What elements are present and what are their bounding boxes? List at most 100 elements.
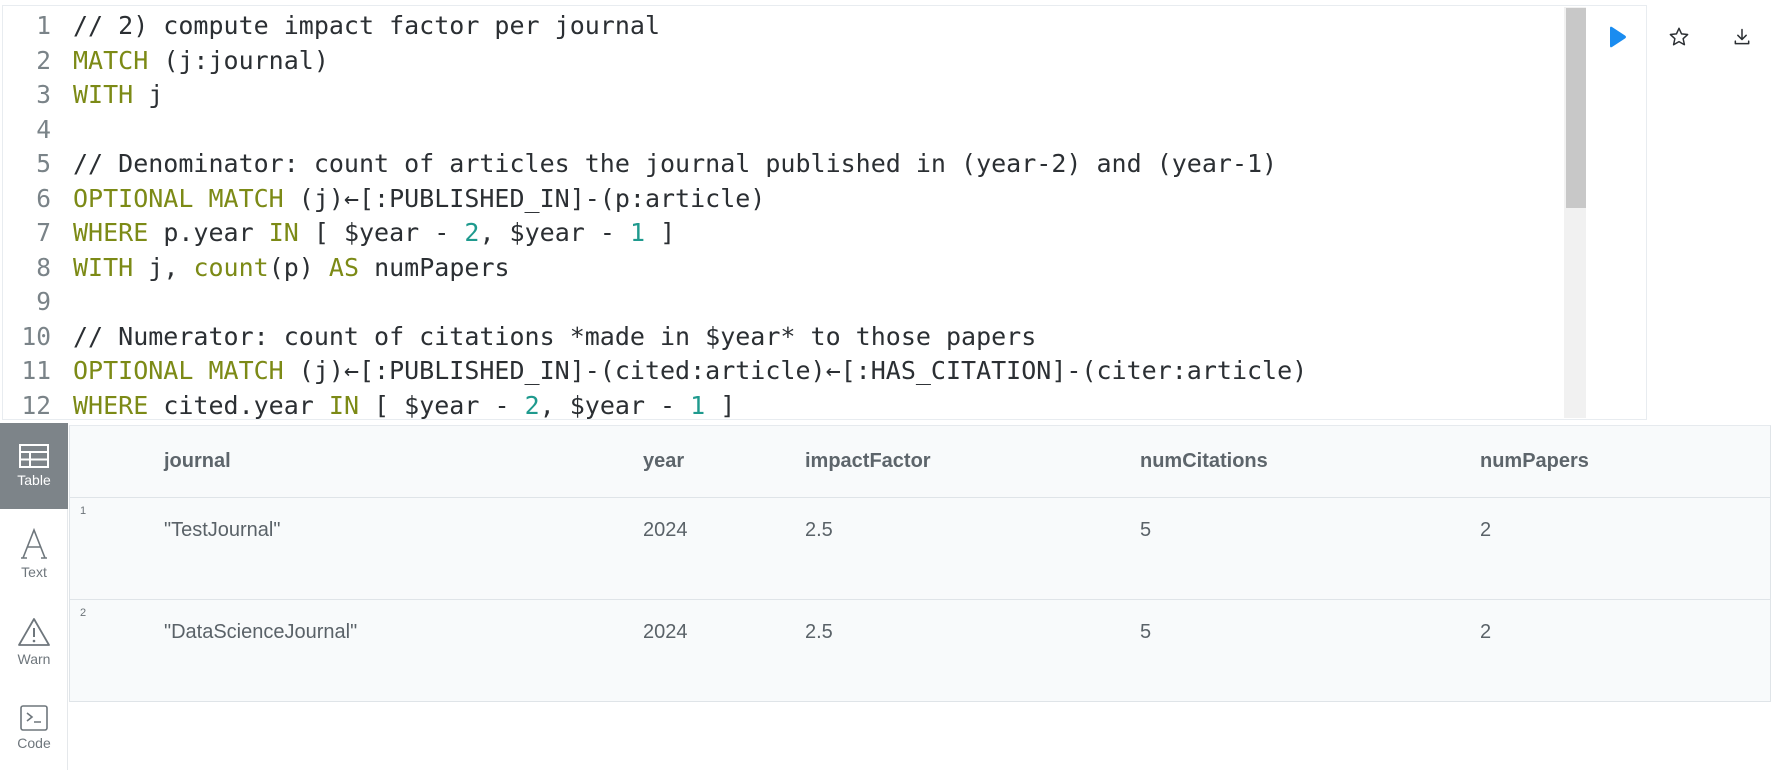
view-code-button[interactable]: Code <box>0 685 68 770</box>
comment-token: // Numerator: count of citations *made i… <box>73 321 1037 351</box>
table-cell: "TestJournal" <box>164 519 281 541</box>
view-text-button[interactable]: Text <box>0 511 68 597</box>
code-line[interactable]: 11 OPTIONAL MATCH (j)←[:PUBLISHED_IN]-(ci… <box>3 354 1563 389</box>
code-text: WITH j, count(p) AS numPapers <box>51 251 510 286</box>
code-token: ] <box>705 390 736 420</box>
table-cell: 2024 <box>643 519 688 541</box>
line-number: 1 <box>36 11 51 40</box>
column-header-numpapers[interactable]: numPapers <box>1480 450 1589 473</box>
column-header-year[interactable]: year <box>643 450 684 473</box>
line-number: 7 <box>36 218 51 247</box>
keyword-token: WITH <box>73 80 134 109</box>
keyword-token: count <box>193 252 269 282</box>
download-button[interactable] <box>1725 20 1759 54</box>
line-number: 9 <box>36 287 51 316</box>
code-token: p.year <box>148 218 269 247</box>
column-header-impactfactor[interactable]: impactFactor <box>805 450 931 473</box>
keyword-token: IN <box>268 218 299 247</box>
view-table-label: Table <box>17 472 51 488</box>
row-number: 2 <box>80 607 87 619</box>
code-text: // Numerator: count of citations *made i… <box>51 320 1036 355</box>
table-cell: "DataScienceJournal" <box>164 621 358 643</box>
code-text: WHERE cited.year IN [ $year - 2, $year -… <box>51 389 736 420</box>
keyword-token: MATCH <box>73 45 149 75</box>
code-line[interactable]: 1 // 2) compute impact factor per journal <box>3 9 1563 44</box>
code-token: [ $year - <box>298 218 465 247</box>
column-header-journal[interactable]: journal <box>164 450 231 473</box>
code-text: // 2) compute impact factor per journal <box>51 9 660 44</box>
code-icon <box>20 705 48 731</box>
table-cell: 2.5 <box>805 519 833 541</box>
number-token: 2 <box>524 390 540 420</box>
line-number: 4 <box>36 114 51 144</box>
line-number: 10 <box>21 321 51 351</box>
line-number: 5 <box>36 149 51 178</box>
code-token: , $year - <box>539 390 691 420</box>
comment-token: // 2) compute impact factor per journal <box>73 11 660 40</box>
table-cell: 5 <box>1140 621 1152 643</box>
run-query-button[interactable] <box>1600 20 1634 54</box>
results-table: journal year impactFactor numCitations n… <box>69 425 1771 702</box>
keyword-token: WITH <box>73 252 134 282</box>
keyword-token: WHERE <box>73 218 149 247</box>
star-icon <box>1669 27 1689 46</box>
line-number: 12 <box>21 390 51 420</box>
code-text: MATCH (j:journal) <box>51 44 329 79</box>
code-token: [ $year - <box>359 390 525 420</box>
view-warn-button[interactable]: Warn <box>0 599 68 685</box>
keyword-token: OPTIONAL MATCH <box>73 356 284 385</box>
code-line[interactable]: 7 WHERE p.year IN [ $year - 2, $year - 1 … <box>3 216 1563 251</box>
editor-scrollbar-thumb[interactable] <box>1566 8 1586 208</box>
code-line[interactable]: 3 WITH j <box>3 78 1563 113</box>
code-token: (p) <box>268 252 329 282</box>
column-header-numcitations[interactable]: numCitations <box>1140 450 1268 473</box>
table-cell: 2024 <box>643 621 688 643</box>
keyword-token: IN <box>328 390 359 420</box>
line-number: 2 <box>36 45 51 75</box>
table-cell: 2 <box>1480 519 1492 541</box>
code-text: WITH j <box>51 78 163 113</box>
view-code-label: Code <box>17 735 51 751</box>
view-text-label: Text <box>21 564 47 580</box>
code-token: numPapers <box>359 252 510 282</box>
code-line[interactable]: 6 OPTIONAL MATCH (j)←[:PUBLISHED_IN]-(p:a… <box>3 182 1563 217</box>
code-line[interactable]: 10 // Numerator: count of citations *made… <box>3 320 1563 355</box>
row-number: 1 <box>80 505 87 517</box>
line-number: 3 <box>36 80 51 109</box>
view-table-button[interactable]: Table <box>0 423 68 509</box>
keyword-token: WHERE <box>73 390 149 420</box>
table-header: journal year impactFactor numCitations n… <box>70 426 1770 498</box>
code-line[interactable]: 4 <box>3 113 1563 148</box>
code-line[interactable]: 8 WITH j, count(p) AS numPapers <box>3 251 1563 286</box>
code-token: , $year - <box>479 218 630 247</box>
table-row: 2 "DataScienceJournal" 2024 2.5 5 2 <box>70 600 1770 702</box>
code-token: cited.year <box>148 390 329 420</box>
line-number: 6 <box>36 183 51 213</box>
comment-token: // Denominator: count of articles the jo… <box>73 149 1278 178</box>
table-cell: 5 <box>1140 519 1152 541</box>
table-cell: 2.5 <box>805 621 833 643</box>
code-token: (j:journal) <box>148 45 329 75</box>
number-token: 1 <box>629 218 646 247</box>
code-line[interactable]: 9 <box>3 285 1563 320</box>
code-text: OPTIONAL MATCH (j)←[:PUBLISHED_IN]-(cite… <box>51 354 1307 389</box>
code-token: (j)←[:PUBLISHED_IN]-(cited:article)←[:HA… <box>283 356 1308 385</box>
code-text: OPTIONAL MATCH (j)←[:PUBLISHED_IN]-(p:ar… <box>51 182 765 217</box>
line-number: 8 <box>36 252 51 282</box>
play-icon <box>1610 26 1626 48</box>
code-area[interactable]: 1 // 2) compute impact factor per journal… <box>3 9 1563 420</box>
number-token: 1 <box>690 390 706 420</box>
favorite-button[interactable] <box>1662 20 1696 54</box>
keyword-token: AS <box>328 252 360 282</box>
table-cell: 2 <box>1480 621 1492 643</box>
code-line[interactable]: 12 WHERE cited.year IN [ $year - 2, $year… <box>3 389 1563 420</box>
code-line[interactable]: 2 MATCH (j:journal) <box>3 44 1563 79</box>
number-token: 2 <box>464 218 480 247</box>
text-icon <box>21 528 47 559</box>
code-line[interactable]: 5 // Denominator: count of articles the j… <box>3 147 1563 182</box>
keyword-token: OPTIONAL MATCH <box>73 183 284 213</box>
code-token: ] <box>645 218 676 247</box>
query-editor[interactable]: 1 // 2) compute impact factor per journal… <box>2 5 1647 420</box>
